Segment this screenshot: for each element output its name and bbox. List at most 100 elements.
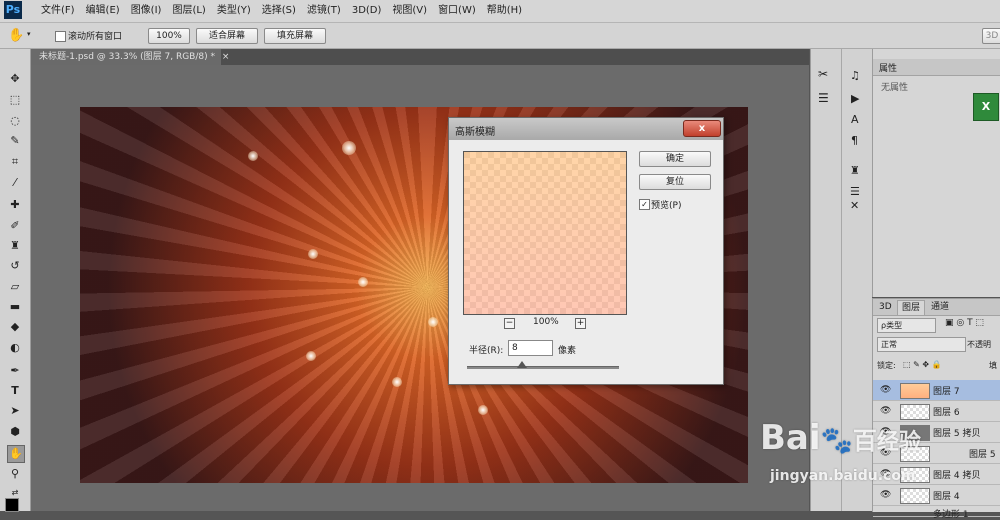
character-panel-icon[interactable]: A (851, 113, 859, 126)
zoom-tool-icon[interactable]: ⚲ (7, 466, 23, 482)
quick-select-tool-icon[interactable]: ✎ (7, 133, 23, 149)
menu-file[interactable]: 文件(F) (36, 3, 81, 18)
tab-layers[interactable]: 图层 (897, 300, 926, 315)
paragraph-panel-icon[interactable]: ¶ (851, 134, 858, 147)
path-selection-tool-icon[interactable]: ➤ (7, 403, 23, 419)
history-brush-tool-icon[interactable]: ↺ (7, 258, 23, 274)
gaussian-blur-dialog: 高斯模糊 x 确定 复位 ✓ 预览(P) − 100% + 半径(R): 8 像… (448, 117, 724, 385)
radius-input[interactable]: 8 (508, 340, 553, 356)
layers-tab-bar: 3D 图层 通道 (873, 299, 1000, 316)
scroll-all-windows-checkbox[interactable] (55, 31, 66, 42)
brush-presets-icon[interactable]: ✂ (818, 67, 828, 81)
crop-tool-icon[interactable]: ⌗ (7, 154, 23, 170)
blend-mode-dropdown[interactable]: 正常 (877, 337, 966, 352)
clone-source-icon[interactable]: ♜ (850, 164, 860, 177)
fill-label: 填 (989, 361, 997, 370)
layer-row[interactable]: 👁 图层 4 (873, 485, 1000, 506)
watermark-logo: Bai🐾百经验 (760, 418, 921, 458)
layer-thumbnail (900, 488, 930, 504)
radius-slider-thumb[interactable] (517, 361, 527, 368)
tab-3d[interactable]: 3D (875, 300, 896, 314)
visibility-eye-icon[interactable]: 👁 (880, 385, 891, 395)
layer-name: 图层 5 (969, 450, 996, 460)
shape-tool-icon[interactable]: ⬢ (7, 424, 23, 440)
visibility-eye-icon[interactable]: 👁 (880, 406, 891, 416)
menu-layer[interactable]: 图层(L) (167, 3, 211, 18)
menu-3d[interactable]: 3D(D) (347, 3, 388, 18)
menu-select[interactable]: 选择(S) (257, 3, 302, 18)
menu-bar: Ps 文件(F) 编辑(E) 图像(I) 图层(L) 类型(Y) 选择(S) 滤… (0, 0, 1000, 23)
adjustments-icon[interactable]: ☰ (818, 91, 829, 105)
brush-tool-icon[interactable]: ✐ (7, 218, 23, 234)
blur-tool-icon[interactable]: ◆ (7, 319, 23, 335)
move-tool-icon[interactable]: ✥ (7, 71, 23, 87)
watermark-jingyan: 经验 (876, 430, 921, 455)
light-particle (358, 277, 368, 287)
eraser-tool-icon[interactable]: ▱ (7, 279, 23, 295)
fill-screen-button[interactable]: 填充屏幕 (264, 28, 326, 44)
eyedropper-tool-icon[interactable]: ⁄ (7, 175, 23, 191)
healing-brush-tool-icon[interactable]: ✚ (7, 197, 23, 213)
layer-name: 多边形 1 (933, 510, 969, 520)
close-icon[interactable]: × (222, 52, 230, 62)
light-particle (306, 351, 316, 361)
scroll-all-windows-label: 滚动所有窗口 (68, 32, 123, 42)
dialog-close-button[interactable]: x (683, 120, 721, 137)
actions-play-icon[interactable]: ▶ (851, 92, 859, 105)
hand-tool-icon[interactable]: ✋ (8, 28, 24, 43)
properties-title: 属性 (879, 64, 898, 74)
ok-button[interactable]: 确定 (639, 151, 711, 167)
blur-preview-window[interactable] (463, 151, 627, 315)
history-icon[interactable]: ♫ (850, 69, 860, 82)
zoom-100-button[interactable]: 100% (148, 28, 190, 44)
tab-channels[interactable]: 通道 (927, 300, 953, 314)
filter-icons[interactable]: ▣ ◎ T ⬚ (945, 318, 984, 328)
watermark-bai-cn: 百 (852, 427, 877, 455)
lock-icons[interactable]: ⬚ ✎ ✥ 🔒 (903, 360, 942, 369)
visibility-eye-icon[interactable]: 👁 (880, 490, 891, 500)
menu-image[interactable]: 图像(I) (126, 3, 168, 18)
layer-thumbnail (900, 383, 930, 399)
dodge-tool-icon[interactable]: ◐ (7, 340, 23, 356)
menu-filter[interactable]: 滤镜(T) (302, 3, 347, 18)
light-particle (478, 405, 488, 415)
reset-button[interactable]: 复位 (639, 174, 711, 190)
type-tool-icon[interactable]: T (7, 383, 23, 399)
menu-help[interactable]: 帮助(H) (482, 3, 528, 18)
radius-slider-track[interactable] (467, 366, 619, 369)
styles-icon[interactable]: ☰ (850, 185, 860, 198)
menu-view[interactable]: 视图(V) (387, 3, 433, 18)
dialog-title-bar[interactable]: 高斯模糊 x (449, 118, 723, 140)
marquee-tool-icon[interactable]: ⬚ (7, 92, 23, 108)
menu-type[interactable]: 类型(Y) (212, 3, 257, 18)
radius-unit: 像素 (558, 346, 577, 356)
menu-list: 文件(F) 编辑(E) 图像(I) 图层(L) 类型(Y) 选择(S) 滤镜(T… (36, 3, 528, 18)
tools-panel: ✥ ⬚ ◌ ✎ ⌗ ⁄ ✚ ✐ ♜ ↺ ▱ ▬ ◆ ◐ ✒ T ➤ ⬢ ✋ ⚲ … (0, 49, 31, 512)
tool-preset-dropdown-icon[interactable]: ▾ (27, 30, 31, 38)
menu-window[interactable]: 窗口(W) (433, 3, 482, 18)
gradient-tool-icon[interactable]: ▬ (7, 299, 23, 315)
workspace-switcher[interactable]: 3D (982, 28, 1000, 44)
hand-tool-active-icon[interactable]: ✋ (7, 445, 25, 463)
menu-edit[interactable]: 编辑(E) (81, 3, 126, 18)
pen-tool-icon[interactable]: ✒ (7, 363, 23, 379)
zoom-out-button[interactable]: − (504, 318, 515, 329)
layer-name: 图层 6 (933, 408, 960, 418)
no-properties-text: 无属性 (881, 83, 909, 93)
layer-name: 图层 5 拷贝 (933, 429, 981, 439)
excel-icon: X (973, 93, 999, 121)
document-tab[interactable]: 未标题-1.psd @ 33.3% (图层 7, RGB/8) * × (31, 49, 229, 65)
document-tab-bar: 未标题-1.psd @ 33.3% (图层 7, RGB/8) * × (31, 49, 809, 65)
lasso-tool-icon[interactable]: ◌ (7, 113, 23, 129)
clone-stamp-tool-icon[interactable]: ♜ (7, 238, 23, 254)
layer-row[interactable]: 👁 图层 7 (873, 380, 1000, 401)
options-bar: ✋ ▾ 滚动所有窗口 100% 适合屏幕 填充屏幕 3D (0, 23, 1000, 49)
foreground-color-swatch[interactable] (5, 498, 19, 512)
preview-checkbox[interactable]: ✓ (639, 199, 650, 210)
tool-presets-icon[interactable]: ✕ (850, 199, 859, 212)
layer-filter-dropdown[interactable]: ρ类型 (877, 318, 936, 333)
zoom-in-button[interactable]: + (575, 318, 586, 329)
layer-row[interactable]: 多边形 1 (873, 506, 1000, 520)
radius-label: 半径(R): (469, 346, 504, 356)
fit-screen-button[interactable]: 适合屏幕 (196, 28, 258, 44)
